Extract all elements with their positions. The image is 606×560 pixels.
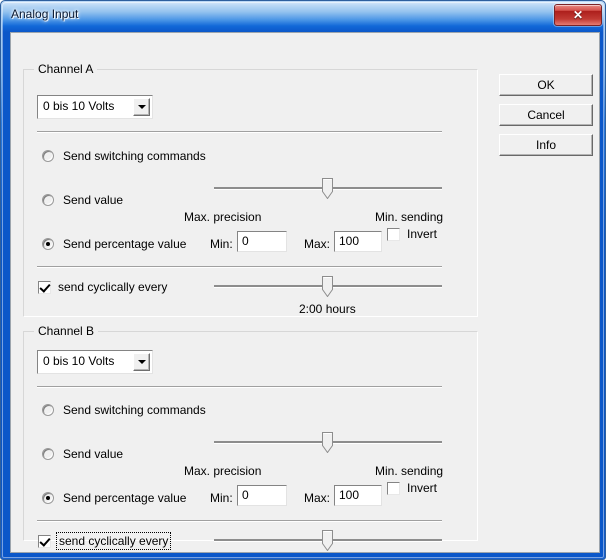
channel-a-range-value: 0 bis 10 Volts xyxy=(43,99,115,113)
ok-button-label: OK xyxy=(537,78,555,92)
slider-thumb[interactable] xyxy=(322,276,333,297)
channel-b-range-select[interactable]: 0 bis 10 Volts xyxy=(37,350,153,374)
close-button[interactable]: ✕ xyxy=(554,4,602,26)
radio-icon[interactable] xyxy=(42,150,54,162)
checkbox-icon[interactable] xyxy=(387,227,400,241)
slider-thumb[interactable] xyxy=(322,178,333,199)
checkbox-icon[interactable] xyxy=(387,481,400,495)
channel-b-range-value: 0 bis 10 Volts xyxy=(43,354,115,368)
channel-b-radio-switching[interactable]: Send switching commands xyxy=(42,403,206,417)
dialog-client-area: OK Cancel Info Channel A 0 bis 10 Volts … xyxy=(10,32,600,558)
close-icon: ✕ xyxy=(572,8,584,22)
channel-b-separator-bottom xyxy=(37,520,442,521)
channel-b-precision-label: Max. precision xyxy=(184,464,262,478)
channel-a-cyclic-value: 2:00 hours xyxy=(299,302,356,316)
ok-button[interactable]: OK xyxy=(499,74,593,96)
channel-b-max-input[interactable]: 100 xyxy=(334,485,382,506)
info-button-label: Info xyxy=(535,138,556,152)
channel-a-max-label: Max: xyxy=(304,237,331,251)
channel-a-separator-top xyxy=(37,131,442,132)
chevron-down-icon[interactable] xyxy=(133,353,150,371)
slider-thumb[interactable] xyxy=(322,432,333,453)
radio-icon[interactable] xyxy=(42,492,54,504)
channel-a-range-select[interactable]: 0 bis 10 Volts xyxy=(37,95,153,119)
channel-b-invert-label: Invert xyxy=(407,481,438,495)
channel-a-radio-switching-label: Send switching commands xyxy=(63,149,206,163)
channel-b-cyclic-checkbox[interactable]: send cyclically every xyxy=(38,532,172,550)
channel-b-invert-checkbox[interactable]: Invert xyxy=(387,481,437,495)
checkbox-icon[interactable] xyxy=(38,534,51,548)
channel-a-radio-value-label: Send value xyxy=(63,193,124,207)
cancel-button-label: Cancel xyxy=(527,108,565,122)
radio-icon[interactable] xyxy=(42,194,54,206)
channel-a-cyclic-checkbox[interactable]: send cyclically every xyxy=(38,280,167,294)
channel-a-radio-percentage-label: Send percentage value xyxy=(63,237,187,251)
channel-a-group: Channel A 0 bis 10 Volts Send switching … xyxy=(23,62,478,317)
channel-b-group: Channel B 0 bis 10 Volts Send switching … xyxy=(23,324,478,558)
channel-a-cyclic-slider[interactable] xyxy=(214,274,442,300)
cancel-button[interactable]: Cancel xyxy=(499,104,593,126)
channel-b-max-label: Max: xyxy=(304,491,331,505)
channel-b-radio-percentage-label: Send percentage value xyxy=(63,491,187,505)
channel-a-min-label: Min: xyxy=(210,237,233,251)
channel-a-min-input[interactable]: 0 xyxy=(237,231,287,252)
window-title: Analog Input xyxy=(11,7,79,21)
channel-a-radio-percentage[interactable]: Send percentage value xyxy=(42,237,186,251)
radio-icon[interactable] xyxy=(42,404,54,416)
channel-b-radio-value[interactable]: Send value xyxy=(42,447,123,461)
channel-b-sending-label: Min. sending xyxy=(375,464,444,478)
chevron-down-icon[interactable] xyxy=(133,98,150,116)
channel-b-group-title: Channel B xyxy=(34,324,99,338)
channel-a-group-title: Channel A xyxy=(34,62,98,76)
window-frame: Analog Input ✕ OK Cancel Info Channel A … xyxy=(2,2,604,558)
channel-a-separator-bottom xyxy=(37,266,442,267)
channel-b-cyclic-value: 2:00 hours xyxy=(299,556,356,558)
channel-a-value-slider[interactable] xyxy=(214,176,442,202)
channel-b-radio-value-label: Send value xyxy=(63,447,124,461)
channel-b-cyclic-slider[interactable] xyxy=(214,528,442,554)
channel-a-sending-label: Min. sending xyxy=(375,210,444,224)
checkbox-icon[interactable] xyxy=(38,280,51,294)
title-bar[interactable]: Analog Input ✕ xyxy=(2,2,604,29)
channel-b-value-slider[interactable] xyxy=(214,430,442,456)
channel-a-radio-value[interactable]: Send value xyxy=(42,193,123,207)
radio-icon[interactable] xyxy=(42,448,54,460)
channel-a-invert-checkbox[interactable]: Invert xyxy=(387,227,437,241)
channel-b-min-label: Min: xyxy=(210,491,233,505)
slider-thumb[interactable] xyxy=(322,530,333,551)
channel-b-cyclic-label: send cyclically every xyxy=(55,532,172,550)
channel-a-precision-label: Max. precision xyxy=(184,210,262,224)
radio-icon[interactable] xyxy=(42,238,54,250)
channel-b-min-input[interactable]: 0 xyxy=(237,485,287,506)
channel-a-radio-switching[interactable]: Send switching commands xyxy=(42,149,206,163)
channel-b-radio-switching-label: Send switching commands xyxy=(63,403,206,417)
dialog-window: Analog Input ✕ OK Cancel Info Channel A … xyxy=(0,0,606,560)
info-button[interactable]: Info xyxy=(499,134,593,156)
channel-b-separator-top xyxy=(37,386,442,387)
channel-b-radio-percentage[interactable]: Send percentage value xyxy=(42,491,186,505)
channel-a-invert-label: Invert xyxy=(407,227,438,241)
channel-a-cyclic-label: send cyclically every xyxy=(58,280,168,294)
channel-a-max-input[interactable]: 100 xyxy=(334,231,382,252)
